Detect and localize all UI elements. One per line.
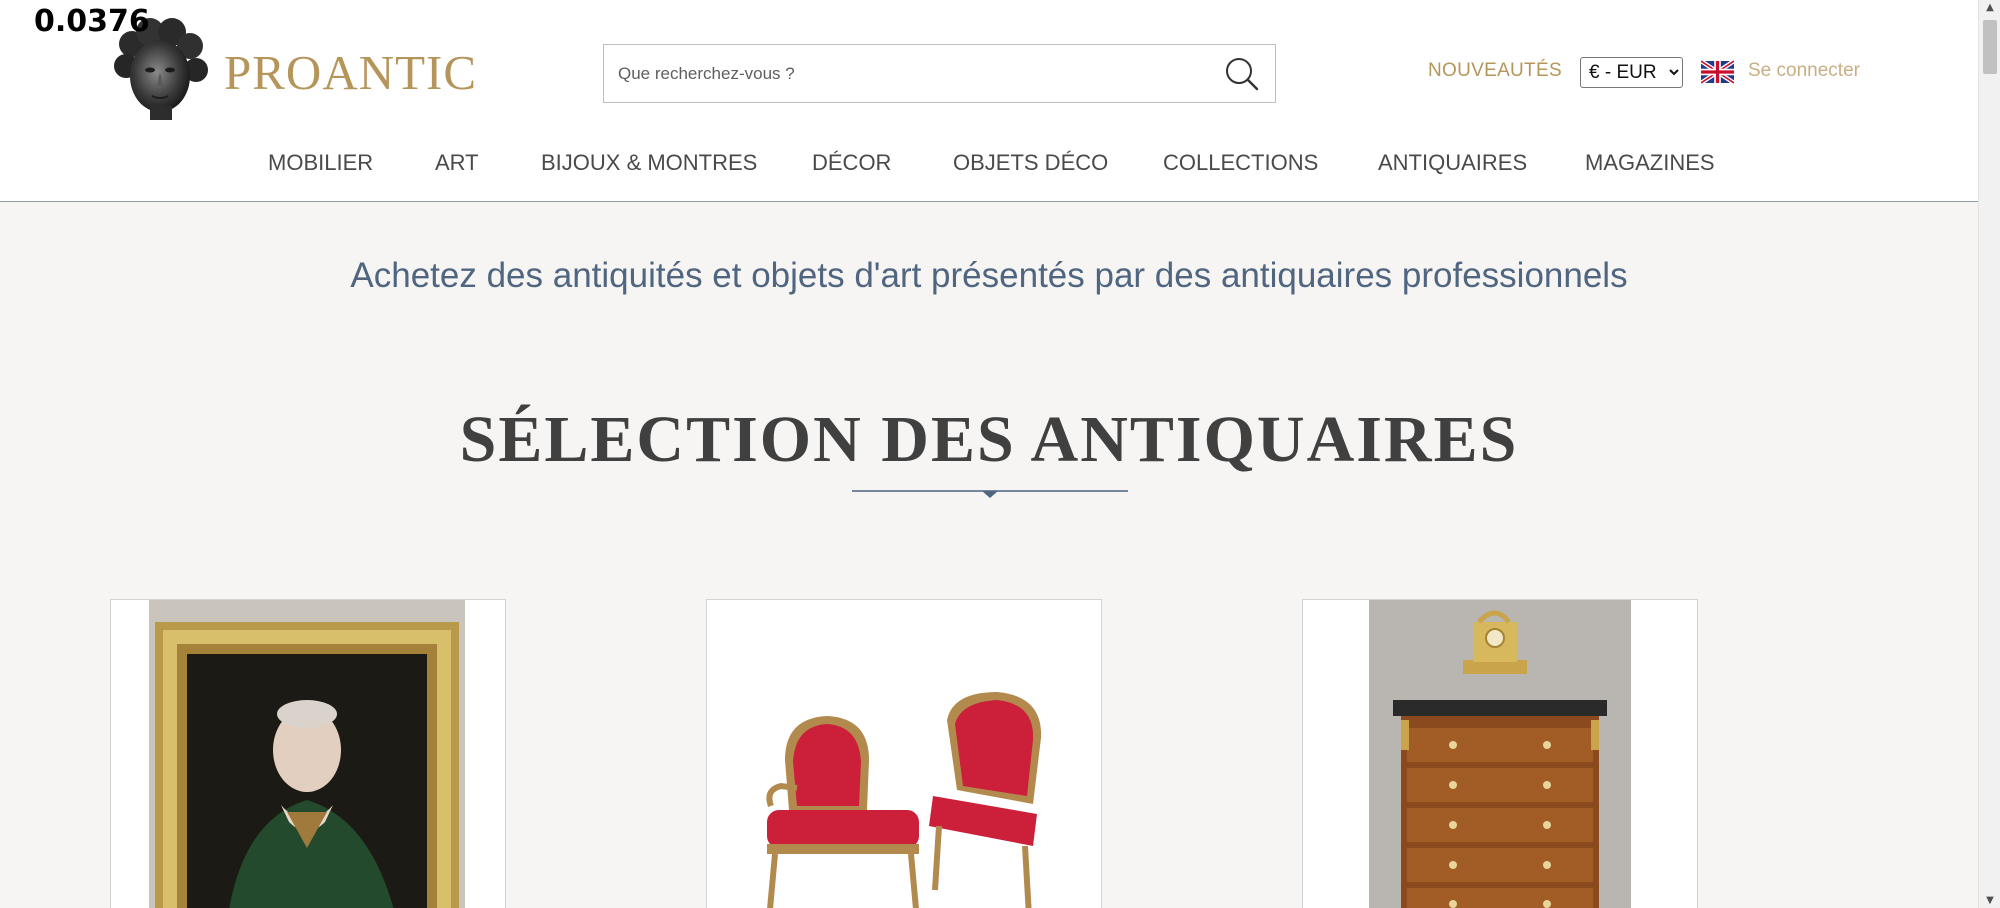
tagline: Achetez des antiquités et objets d'art p… [350,256,1628,295]
score-overlay: 0.0376 [34,4,150,39]
logo-text[interactable]: PROANTIC [224,44,477,101]
nav-item-art[interactable]: ART [435,150,479,176]
scroll-up-icon[interactable]: ▲ [1979,2,2000,13]
login-link[interactable]: Se connecter [1748,60,1860,82]
product-card-armchairs[interactable] [706,599,1102,908]
page: 0.0376 PROANTIC Que recherchez-vous ? NO… [0,0,1978,908]
nav-item-collections[interactable]: COLLECTIONS [1163,150,1318,176]
currency-select[interactable]: € - EUR [1580,57,1683,88]
armchairs-image [707,600,1101,908]
nav-item-decor[interactable]: DÉCOR [812,150,891,176]
vertical-scrollbar[interactable]: ▲ ▼ [1978,0,2000,908]
product-card-chiffonier[interactable] [1302,599,1698,908]
scroll-down-icon[interactable]: ▼ [1979,895,2000,906]
uk-flag-icon[interactable] [1701,60,1734,84]
search-input[interactable] [616,45,1196,102]
portrait-painting-image [111,600,505,908]
nav-item-magazines[interactable]: MAGAZINES [1585,150,1715,176]
search-icon[interactable] [1221,55,1261,93]
section-title: SÉLECTION DES ANTIQUAIRES [459,403,1519,476]
scroll-thumb[interactable] [1983,20,1997,74]
nav-item-antiquaires[interactable]: ANTIQUAIRES [1378,150,1527,176]
nav-item-bijoux-montres[interactable]: BIJOUX & MONTRES [541,150,757,176]
title-divider [852,490,1128,498]
search-box [603,44,1276,103]
product-card-portrait[interactable] [110,599,506,908]
nav-item-mobilier[interactable]: MOBILIER [268,150,373,176]
site-header: PROANTIC NOUVEAUTÉS € - EUR Se connecter… [0,0,1978,202]
chiffonier-image [1303,600,1697,908]
nav-item-objets-deco[interactable]: OBJETS DÉCO [953,150,1108,176]
nouveautes-link[interactable]: NOUVEAUTÉS [1428,60,1562,82]
